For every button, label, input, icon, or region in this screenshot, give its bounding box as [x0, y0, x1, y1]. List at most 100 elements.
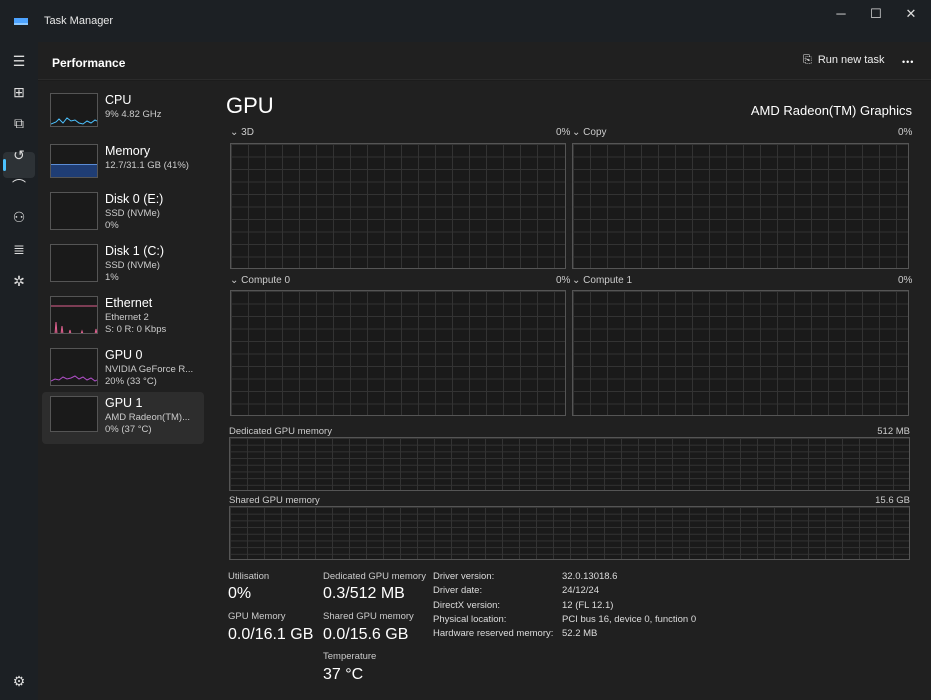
temperature-label: Temperature: [323, 651, 377, 662]
device-detail: AMD Radeon(TM)...: [105, 412, 190, 423]
settings-icon[interactable]: ⚙: [0, 668, 38, 694]
hamburger-menu-icon[interactable]: ☰: [0, 48, 38, 74]
page-header: Performance ⎘ Run new task •••: [38, 42, 931, 80]
utilisation-label: Utilisation: [228, 571, 270, 582]
device-detail: NVIDIA GeForce R...: [105, 364, 194, 375]
close-button[interactable]: ✕: [896, 6, 926, 22]
device-detail: Ethernet 2: [105, 312, 149, 323]
page-title: Performance: [52, 56, 126, 70]
gpu-memory-label: GPU Memory: [228, 611, 286, 622]
minimize-button[interactable]: ─: [826, 6, 856, 21]
maximize-button[interactable]: ☐: [861, 6, 891, 22]
device-ethernet[interactable]: Ethernet Ethernet 2 S: 0 R: 0 Kbps: [42, 292, 204, 342]
run-task-icon: ⎘: [803, 54, 812, 66]
dedicated-memory-max: 512 MB: [877, 426, 910, 437]
cpu-thumbnail: [50, 93, 98, 127]
engine-name: Copy: [583, 127, 607, 138]
info-key: Driver version:: [433, 571, 495, 582]
run-new-task-label: Run new task: [817, 54, 885, 66]
driver-info-values: 32.0.13018.6 24/12/24 12 (FL 12.1) PCI b…: [562, 570, 696, 641]
processes-icon[interactable]: ⊞: [0, 79, 38, 105]
device-name: GPU 1: [105, 396, 143, 410]
shared-memory-label: Shared GPU memory: [229, 495, 320, 506]
device-gpu-1[interactable]: GPU 1 AMD Radeon(TM)... 0% (37 °C): [42, 392, 204, 444]
engine-compute0-pct: 0%: [556, 275, 571, 286]
dedicated-stat-label: Dedicated GPU memory: [323, 571, 426, 582]
details-icon[interactable]: ≣: [0, 236, 38, 262]
device-name: Ethernet: [105, 296, 153, 310]
shared-memory-max: 15.6 GB: [875, 495, 910, 506]
device-disk-0[interactable]: Disk 0 (E:) SSD (NVMe) 0%: [42, 188, 204, 238]
disk1-thumbnail: [50, 244, 98, 282]
dedicated-memory-label: Dedicated GPU memory: [229, 426, 332, 437]
services-icon[interactable]: ✲: [0, 268, 38, 294]
gpu0-thumbnail: [50, 348, 98, 386]
disk0-thumbnail: [50, 192, 98, 230]
device-detail-2: 1%: [105, 272, 119, 283]
device-detail: 9% 4.82 GHz: [105, 109, 162, 120]
engine-name: Compute 1: [583, 275, 633, 286]
engine-copy-pct: 0%: [898, 127, 913, 138]
device-detail: SSD (NVMe): [105, 260, 160, 271]
engine-compute1-pct: 0%: [898, 275, 913, 286]
engine-compute0-graph: [230, 290, 566, 416]
device-name: Memory: [105, 144, 151, 158]
device-detail-2: 20% (33 °C): [105, 376, 157, 387]
device-detail-2: S: 0 R: 0 Kbps: [105, 324, 167, 335]
task-manager-icon: [14, 13, 28, 25]
info-key: Driver date:: [433, 585, 483, 597]
info-value: 32.0.13018.6: [562, 571, 618, 582]
engine-3d-pct: 0%: [556, 127, 571, 138]
shared-memory-graph: [229, 506, 910, 560]
gpu-panel: GPU AMD Radeon(TM) Graphics ⌄ 3D 0% ⌄ Co…: [210, 81, 931, 700]
device-disk-1[interactable]: Disk 1 (C:) SSD (NVMe) 1%: [42, 240, 204, 290]
panel-title: GPU: [226, 93, 274, 118]
info-value: 24/12/24: [562, 585, 599, 597]
more-options-button[interactable]: •••: [902, 57, 914, 67]
engine-compute0-selector[interactable]: ⌄ Compute 0: [230, 275, 290, 286]
engine-3d-selector[interactable]: ⌄ 3D: [230, 127, 254, 138]
device-detail-2: 0% (37 °C): [105, 424, 152, 435]
device-detail: SSD (NVMe): [105, 208, 160, 219]
dedicated-memory-graph: [229, 437, 910, 491]
users-icon[interactable]: ⚇: [0, 204, 38, 230]
shared-stat-label: Shared GPU memory: [323, 611, 414, 622]
engine-copy-graph: [572, 143, 909, 269]
app-history-icon[interactable]: ↺: [0, 142, 38, 168]
device-name: CPU: [105, 93, 132, 107]
startup-apps-icon[interactable]: ⌒: [0, 173, 38, 199]
shared-stat-value: 0.0/15.6 GB: [323, 626, 409, 643]
run-new-task-button[interactable]: ⎘ Run new task: [803, 54, 884, 67]
device-detail: 12.7/31.1 GB (41%): [105, 160, 189, 171]
window-title: Task Manager: [44, 15, 114, 27]
info-key: DirectX version:: [433, 599, 501, 611]
gpu1-thumbnail: [50, 396, 98, 432]
info-key: Physical location:: [433, 613, 507, 625]
device-cpu[interactable]: CPU 9% 4.82 GHz: [42, 89, 204, 139]
info-value: PCI bus 16, device 0, function 0: [562, 613, 697, 625]
gpu-memory-value: 0.0/16.1 GB: [228, 626, 314, 643]
device-list: CPU 9% 4.82 GHz Memory 12.7/31.1 GB (41%…: [38, 81, 210, 700]
info-value: 52.2 MB: [562, 628, 598, 640]
title-bar: Task Manager ─ ☐ ✕: [0, 0, 931, 42]
device-model: AMD Radeon(TM) Graphics: [750, 103, 912, 118]
performance-icon[interactable]: ⧉: [0, 110, 38, 136]
device-gpu-0[interactable]: GPU 0 NVIDIA GeForce R... 20% (33 °C): [42, 344, 204, 394]
device-name: GPU 0: [105, 348, 143, 362]
engine-name: 3D: [241, 127, 254, 138]
device-name: Disk 1 (C:): [105, 244, 165, 258]
ethernet-thumbnail: [50, 296, 98, 334]
driver-info: Driver version: Driver date: DirectX ver…: [433, 570, 553, 641]
utilisation-value: 0%: [228, 585, 252, 602]
temperature-value: 37 °C: [323, 666, 364, 683]
dedicated-stat-value: 0.3/512 MB: [323, 585, 405, 602]
memory-thumbnail: [50, 144, 98, 178]
engine-compute1-graph: [572, 290, 909, 416]
device-name: Disk 0 (E:): [105, 192, 164, 206]
engine-compute1-selector[interactable]: ⌄ Compute 1: [572, 275, 632, 286]
nav-rail: ☰ ⊞ ⧉ ↺ ⌒ ⚇ ≣ ✲ ⚙: [0, 42, 38, 700]
info-value: 12 (FL 12.1): [562, 599, 614, 611]
device-detail-2: 0%: [105, 220, 119, 231]
engine-copy-selector[interactable]: ⌄ Copy: [572, 127, 607, 138]
device-memory[interactable]: Memory 12.7/31.1 GB (41%): [42, 140, 204, 190]
